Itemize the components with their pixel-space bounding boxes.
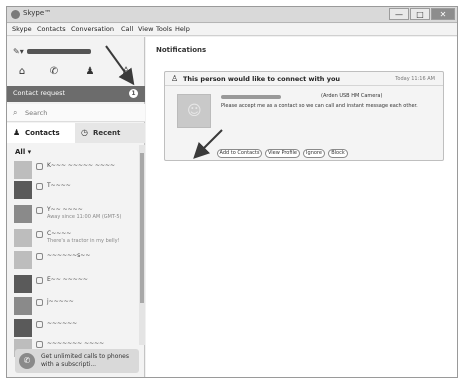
main-panel: Notifications ♙ This person would like t… [146,37,457,377]
window-title: Skype™ [23,9,52,17]
close-button[interactable]: ✕ [431,8,455,20]
skype-window: Skype™ — □ ✕ Skype Contacts Conversation… [6,6,458,378]
status-icon [36,277,43,284]
default-avatar-icon: ☺ [187,103,202,119]
avatar [14,297,32,315]
menu-bar: Skype Contacts Conversation Call View To… [7,24,457,36]
clock-icon: ◷ [81,128,88,137]
list-item[interactable]: Y~~ ~~~~ Away since 11:00 AM (GMT-5) [7,203,139,225]
status-icon [36,163,43,170]
requester-info: (Arden USB HM Camera) [221,93,431,101]
requester-location: (Arden USB HM Camera) [321,93,383,99]
user-name-redacted [27,49,91,54]
contact-request-bar[interactable]: Contact request 1 [7,86,145,102]
contact-name: ~~~~~~s~~ [47,252,91,259]
maximize-button[interactable]: □ [410,8,430,20]
card-header: ♙ This person would like to connect with… [165,72,443,86]
nav-toolbar: ⌂ ✆ ♟ ♙ [7,61,145,83]
contact-name: E~~ ~~~~~ [47,276,88,283]
menu-conversation[interactable]: Conversation [71,25,114,33]
status-icon [36,299,43,306]
status-icon [36,321,43,328]
contact-request-badge: 1 [129,89,138,98]
status-icon [36,183,43,190]
tab-contacts[interactable]: ♟ Contacts [7,123,75,143]
list-item[interactable]: E~~ ~~~~~ [7,273,139,295]
contact-request-card: ♙ This person would like to connect with… [164,71,444,161]
requester-name-redacted [221,95,281,99]
ignore-button[interactable]: Ignore [303,149,325,158]
contact-name: j~~~~~ [47,298,74,305]
sidebar-tabs: ♟ Contacts ◷ Recent [7,123,145,143]
contact-name: T~~~~ [47,182,71,189]
add-contact-icon[interactable]: ♙ [117,66,135,77]
menu-call[interactable]: Call [121,25,133,33]
list-item[interactable]: K~~~ ~~~~~ ~~~~ [7,159,139,181]
tab-contacts-label: Contacts [25,129,60,137]
request-message: Please accept me as a contact so we can … [221,103,418,109]
minimize-button[interactable]: — [389,8,409,20]
list-item[interactable]: j~~~~~ [7,295,139,317]
contact-mood: There's a tractor in my belly! [47,238,120,244]
contact-name: ~~~~~~ [47,320,78,327]
contact-mood: Away since 11:00 AM (GMT-5) [47,214,122,220]
create-group-icon[interactable]: ♟ [81,66,99,77]
menu-skype[interactable]: Skype [12,25,32,33]
card-timestamp: Today 11:16 AM [395,76,435,82]
status-icon [36,341,43,348]
skype-logo-icon [11,10,20,19]
sidebar: ✎▾ ⌂ ✆ ♟ ♙ Contact request 1 ⌕ ♟ Contact… [7,37,145,377]
avatar [14,229,32,247]
add-to-contacts-button[interactable]: Add to Contacts [217,149,262,158]
avatar [14,275,32,293]
avatar [14,161,32,179]
card-title: This person would like to connect with y… [183,75,341,83]
list-item[interactable]: ~~~~~~ [7,317,139,339]
block-button[interactable]: Block [328,149,348,158]
contact-request-label: Contact request [13,89,66,97]
list-item[interactable]: ~~~~~~s~~ [7,249,139,271]
avatar [14,251,32,269]
menu-tools[interactable]: Tools [156,25,172,33]
avatar: ☺ [177,94,211,128]
tab-recent[interactable]: ◷ Recent [75,123,145,143]
scrollbar-thumb[interactable] [140,153,144,303]
presence-status-icon[interactable]: ✎▾ [13,47,24,56]
contact-name: K~~~ ~~~~~ ~~~~ [47,162,116,169]
menu-contacts[interactable]: Contacts [37,25,66,33]
title-bar: Skype™ — □ ✕ [7,7,457,23]
menu-help[interactable]: Help [175,25,190,33]
view-profile-button[interactable]: View Profile [265,149,300,158]
contact-request-icon: ♙ [171,74,179,83]
tab-recent-label: Recent [93,129,121,137]
contact-name: Y~~ ~~~~ [47,206,83,213]
search-input[interactable] [25,108,135,118]
avatar [14,205,32,223]
list-item[interactable]: T~~~~ [7,179,139,201]
menu-view[interactable]: View [138,25,153,33]
contacts-icon: ♟ [13,128,21,137]
promo-text: Get unlimited calls to phones with a sub… [41,353,129,368]
page-title: Notifications [156,46,207,54]
contact-name: C~~~~ [47,230,72,237]
list-item[interactable]: C~~~~ There's a tractor in my belly! [7,227,139,249]
avatar [14,319,32,337]
contact-filter-label: All ▾ [15,148,32,156]
status-icon [36,231,43,238]
status-icon [36,253,43,260]
search-icon: ⌕ [13,108,18,117]
home-icon[interactable]: ⌂ [13,66,31,77]
call-phones-icon[interactable]: ✆ [45,66,63,77]
contact-name: ~~~~~~~ ~~~~ [47,340,105,347]
contact-list-scrollbar[interactable] [139,145,145,345]
status-icon [36,207,43,214]
search-box[interactable]: ⌕ [7,104,145,122]
user-profile[interactable]: ✎▾ [13,45,139,57]
avatar [14,181,32,199]
contact-list: K~~~ ~~~~~ ~~~~ T~~~~ Y~~ ~~~~ Away sinc… [7,159,139,357]
subscription-promo[interactable]: ✆ Get unlimited calls to phones with a s… [15,349,139,373]
contact-filter[interactable]: All ▾ [7,145,139,159]
phone-icon: ✆ [19,353,35,369]
